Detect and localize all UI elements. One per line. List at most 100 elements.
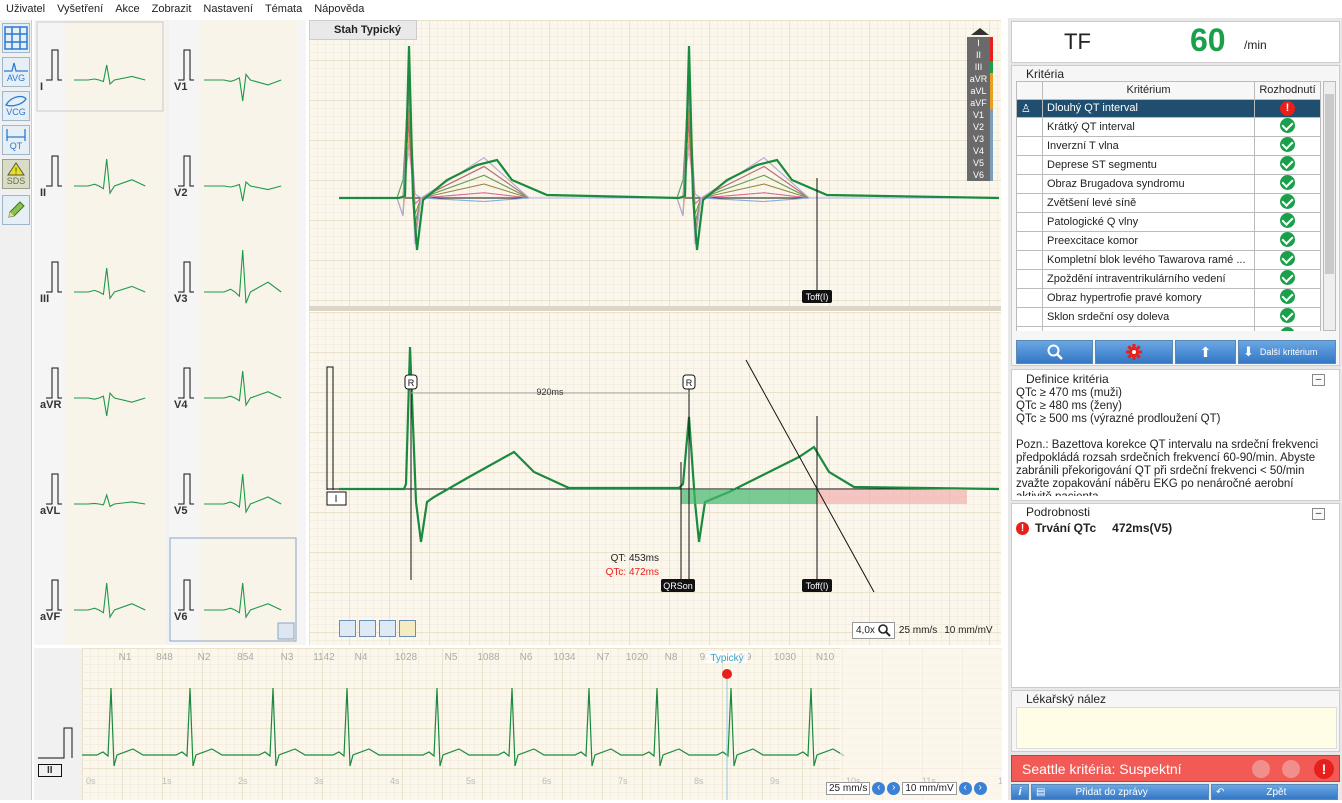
criteria-row[interactable]: Zvětšení levé síně — [1016, 192, 1321, 213]
collapse-details-button[interactable]: – — [1312, 508, 1325, 520]
zoom-bar: 4,0x 25 mm/s 10 mm/mV — [852, 622, 993, 639]
vcg-label: VCG — [6, 107, 26, 117]
next-criterion-button[interactable]: ⬇ Další kritérium — [1238, 340, 1336, 364]
lead-toggle-II[interactable]: II — [967, 49, 993, 61]
menu-item[interactable]: Témata — [265, 3, 302, 15]
settings-button[interactable] — [1095, 340, 1173, 364]
second-label: 5s — [466, 776, 476, 786]
rhythm-strip-panel: N1 848 N2 854 N3 1142 N4 1028 N5 1088 N6 1034 N7 1020… — [82, 648, 1002, 800]
menu-item[interactable]: Akce — [115, 3, 139, 15]
left-grid-bg — [66, 20, 166, 645]
anchor-icon[interactable] — [379, 620, 396, 637]
fit-width-icon[interactable] — [339, 620, 356, 637]
lead-toggle-V6[interactable]: V6 — [967, 169, 993, 181]
criteria-row[interactable]: Patologické Q vlny — [1016, 211, 1321, 232]
lead-toggle-V4[interactable]: V4 — [967, 145, 993, 157]
typical-marker — [722, 669, 732, 679]
back-button[interactable]: ↶ Zpět — [1211, 784, 1338, 800]
gain-up-icon[interactable]: › — [973, 782, 987, 795]
add-to-report-button[interactable]: ▤ Přidat do zprávy — [1031, 784, 1209, 800]
status-ok-icon — [1252, 760, 1270, 778]
seattle-label: Seattle kritéria: Suspektní — [1022, 761, 1182, 777]
splitter[interactable] — [309, 306, 1001, 311]
details-section: Podrobnosti – ! Trvání QTc 472ms(V5) — [1011, 503, 1340, 688]
criteria-scrollbar[interactable] — [1323, 81, 1336, 331]
lead-toggle-aVL[interactable]: aVL — [967, 85, 993, 97]
magnifier-icon — [878, 624, 891, 637]
lead-toggle-aVF[interactable]: aVF — [967, 97, 993, 109]
vcg-button[interactable]: VCG — [2, 91, 30, 121]
criterion-name: Kompletní blok levého Tawarova ramé ... — [1042, 249, 1255, 270]
marker-icon[interactable] — [399, 620, 416, 637]
criteria-row[interactable]: Sklon srdeční osy doleva — [1016, 306, 1321, 327]
criterion-decision — [1254, 211, 1321, 232]
scroll-thumb[interactable] — [1325, 94, 1334, 274]
sds-button[interactable]: ! SDS — [2, 159, 30, 189]
finding-input[interactable] — [1016, 707, 1337, 749]
checkmark-icon — [1280, 232, 1295, 247]
criteria-row[interactable]: ♙ Dlouhý QT interval! — [1016, 98, 1321, 118]
lead-toggle-V2[interactable]: V2 — [967, 121, 993, 133]
lead-toggle-V3[interactable]: V3 — [967, 133, 993, 145]
lead-toggle-V1[interactable]: V1 — [967, 109, 993, 121]
criterion-decision — [1254, 249, 1321, 270]
qt-button[interactable]: QT — [2, 125, 30, 155]
criteria-row[interactable]: Zpoždění intraventrikulárního vedení — [1016, 268, 1321, 289]
criteria-row[interactable]: Výrazná sinusová bradykardie — [1016, 325, 1321, 331]
scroll-up-icon[interactable] — [971, 28, 989, 35]
menu-item[interactable]: Vyšetření — [57, 3, 103, 15]
detail-tools — [339, 620, 416, 637]
speed-down-icon[interactable]: ‹ — [872, 782, 886, 795]
menu-item[interactable]: Zobrazit — [152, 3, 192, 15]
row-icon-cell — [1016, 249, 1043, 270]
criterion-decision — [1254, 173, 1321, 194]
gain-down-icon[interactable]: ‹ — [958, 782, 972, 795]
grid-view-button[interactable] — [2, 23, 30, 53]
edit-button[interactable] — [2, 195, 30, 225]
collapse-definition-button[interactable]: – — [1312, 374, 1325, 386]
rr-value: 1142 — [313, 652, 335, 663]
search-criteria-button[interactable] — [1016, 340, 1093, 364]
lead-toggle-V5[interactable]: V5 — [967, 157, 993, 169]
rr-value: 1088 — [477, 652, 500, 663]
previous-criterion-button[interactable]: ⬆ — [1175, 340, 1236, 364]
checkmark-icon — [1280, 118, 1295, 133]
criteria-row[interactable]: Kompletní blok levého Tawarova ramé ... — [1016, 249, 1321, 270]
lead-label-V5: V5 — [174, 505, 187, 517]
detail-speed: 25 mm/s — [898, 625, 938, 636]
info-button[interactable]: i — [1011, 784, 1029, 800]
superimposed-beats-panel: Stah Typický Toff(I) I II III aVR aVL aVF V1 V2… — [309, 20, 1001, 309]
criteria-row[interactable]: Obraz Brugadova syndromu — [1016, 173, 1321, 194]
fit-page-icon[interactable] — [359, 620, 376, 637]
zoom-control[interactable]: 4,0x — [852, 622, 895, 639]
qt-interval-icon — [6, 129, 26, 141]
criteria-row[interactable]: Preexcitace komor — [1016, 230, 1321, 251]
criteria-row[interactable]: Krátký QT interval — [1016, 116, 1321, 137]
menu-item[interactable]: Nápověda — [314, 3, 364, 15]
info-icon: i — [1018, 786, 1022, 798]
lead-toggle-I[interactable]: I — [967, 37, 993, 49]
details-value: 472ms(V5) — [1112, 521, 1173, 535]
rhythm-gain[interactable]: 10 mm/mV — [902, 782, 957, 795]
criteria-row[interactable]: Obraz hypertrofie pravé komory — [1016, 287, 1321, 308]
criterion-name: Inverzní T vlna — [1042, 135, 1255, 156]
lead-trace — [339, 125, 999, 225]
beat-label: N3 — [281, 652, 294, 663]
beat-label: N6 — [520, 652, 533, 663]
avg-button[interactable]: AVG — [2, 57, 30, 87]
menu-bar: Uživatel Vyšetření Akce Zobrazit Nastavení Té… — [0, 0, 1342, 18]
rhythm-speed[interactable]: 25 mm/s — [826, 782, 871, 795]
menu-item[interactable]: Uživatel — [6, 3, 45, 15]
back-arrow-icon: ↶ — [1216, 786, 1225, 798]
definition-text: QTc ≥ 470 ms (muži) QTc ≥ 480 ms (ženy) QT… — [1016, 387, 1328, 496]
speed-up-icon[interactable]: › — [887, 782, 901, 795]
rhythm-controls: 25 mm/s ‹ › 10 mm/mV ‹ › — [826, 782, 987, 795]
lead-toggle-III[interactable]: III — [967, 61, 993, 73]
menu-item[interactable]: Nastavení — [203, 3, 253, 15]
criteria-row[interactable]: Inverzní T vlna — [1016, 135, 1321, 156]
lead-selector[interactable]: I II III aVR aVL aVF V1 V2 V3 V4 V5 V6 — [967, 28, 993, 181]
lead-toggle-aVR[interactable]: aVR — [967, 73, 993, 85]
criteria-row[interactable]: Deprese ST segmentu — [1016, 154, 1321, 175]
warning-triangle-icon: ! — [7, 162, 25, 176]
detail-beat-chart: I R R 920ms QRSon Toff(I) QT: 453ms QTc: 472ms — [326, 346, 1000, 593]
